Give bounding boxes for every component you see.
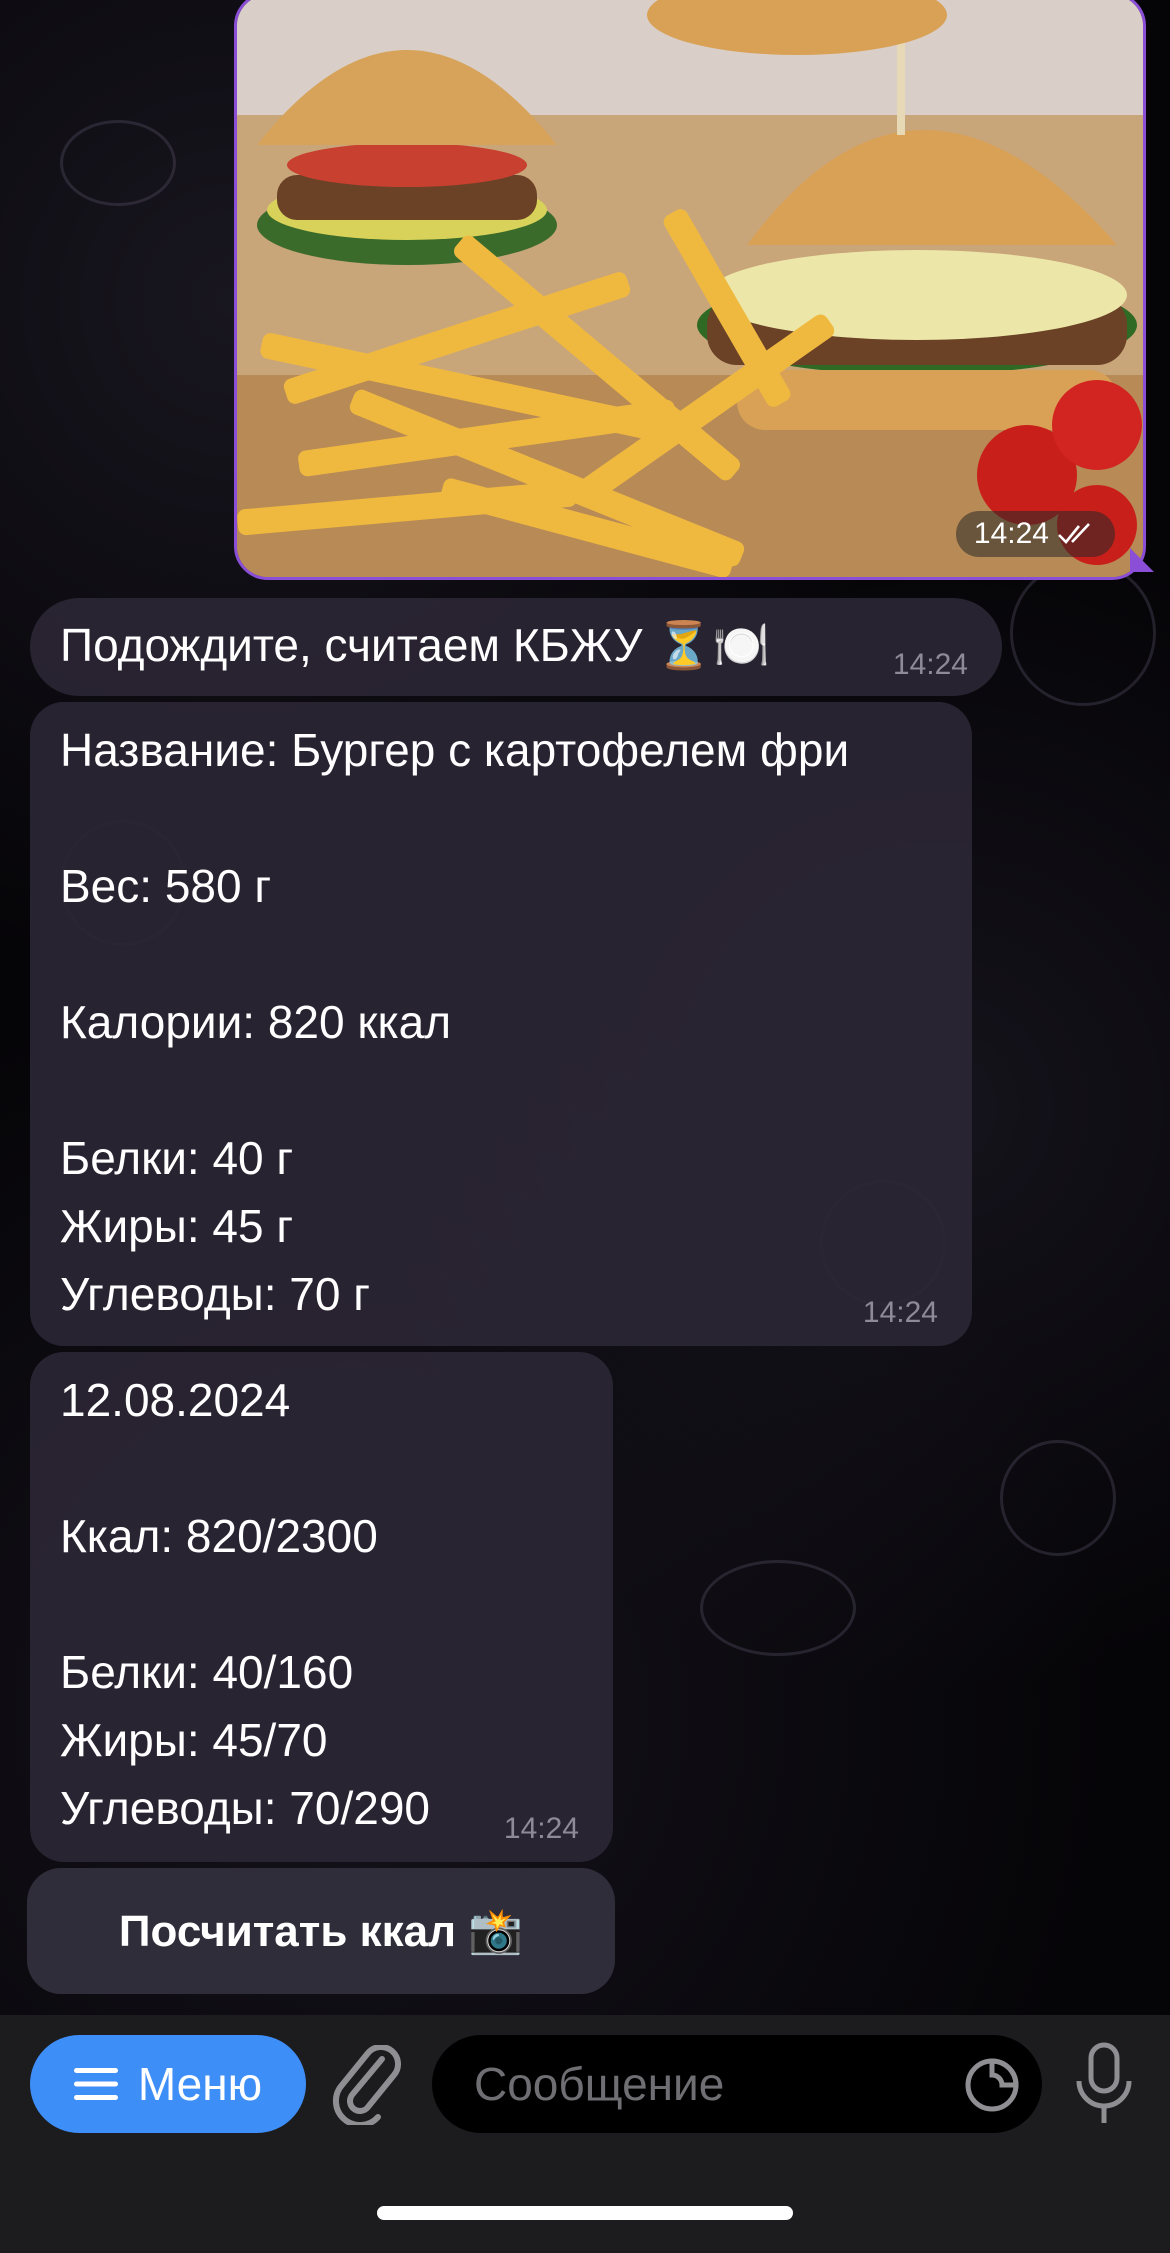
menu-button[interactable]: Меню <box>30 2035 306 2133</box>
nutrition-result-message: Название: Бургер с картофелем фри Вес: 5… <box>30 702 972 1346</box>
home-indicator[interactable] <box>377 2206 793 2220</box>
burger-photo <box>237 0 1143 577</box>
photo-time-label: 14:24 <box>973 517 1049 550</box>
daily-summary-message: 12.08.2024 Ккал: 820/2300 Белки: 40/160 … <box>30 1352 613 1862</box>
waiting-text: Подождите, считаем КБЖУ ⏳🍽️ <box>60 619 770 671</box>
double-check-icon <box>1058 523 1090 544</box>
dish-calories: Калории: 820 ккал <box>60 996 452 1048</box>
photo-message[interactable]: 14:24 <box>234 0 1146 580</box>
doodle-circle <box>700 1560 856 1656</box>
message-time: 14:24 <box>892 648 968 681</box>
summary-protein: Белки: 40/160 <box>60 1646 354 1698</box>
waiting-message: Подождите, считаем КБЖУ ⏳🍽️ 14:24 <box>30 598 1002 696</box>
count-kcal-button[interactable]: Посчитать ккал 📸 <box>27 1868 615 1994</box>
message-placeholder: Сообщение <box>474 2058 725 2110</box>
paperclip-icon[interactable] <box>332 2045 404 2125</box>
dish-name: Название: Бургер с картофелем фри <box>60 724 850 776</box>
photo-timestamp: 14:24 <box>955 511 1115 557</box>
menu-label: Меню <box>137 2058 263 2110</box>
message-time: 14:24 <box>862 1296 938 1329</box>
message-time: 14:24 <box>503 1812 579 1845</box>
dish-protein: Белки: 40 г <box>60 1132 294 1184</box>
input-bar: Меню Сообщение <box>0 2015 1170 2253</box>
sticker-icon[interactable] <box>964 2057 1020 2113</box>
doodle-circle <box>1000 1440 1116 1556</box>
summary-kcal: Ккал: 820/2300 <box>60 1510 378 1562</box>
dish-carbs: Углеводы: 70 г <box>60 1268 371 1320</box>
summary-date: 12.08.2024 <box>60 1374 291 1426</box>
microphone-icon[interactable] <box>1074 2041 1134 2127</box>
message-input[interactable]: Сообщение <box>432 2035 1042 2133</box>
dish-weight: Вес: 580 г <box>60 860 272 912</box>
chat-background: 14:24 Подождите, считаем КБЖУ ⏳🍽️ 14:24 … <box>0 0 1170 2015</box>
doodle-circle <box>1010 560 1156 706</box>
summary-fat: Жиры: 45/70 <box>60 1714 328 1766</box>
hamburger-icon <box>73 2068 118 2100</box>
dish-fat: Жиры: 45 г <box>60 1200 294 1252</box>
doodle-circle <box>60 120 176 206</box>
